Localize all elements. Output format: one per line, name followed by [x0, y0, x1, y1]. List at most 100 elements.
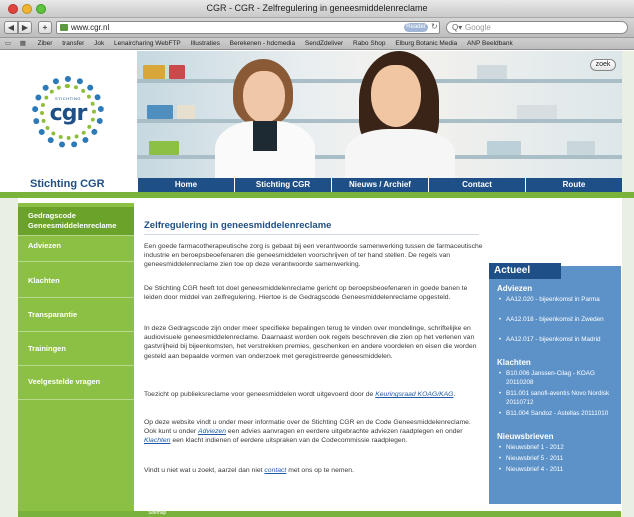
- bookmark-item[interactable]: Lenaircharing WebFTP: [114, 38, 181, 49]
- site-favicon-icon: [60, 24, 68, 31]
- main-content: Zelfregulering in geneesmiddelenreclame …: [136, 198, 486, 511]
- sidebar-item-transparantie[interactable]: Transparantie: [18, 310, 134, 320]
- pharmacist-figure: [215, 59, 315, 178]
- bookmark-item[interactable]: Elburg Botanic Media: [395, 38, 457, 49]
- address-text: www.cgr.nl: [71, 23, 110, 32]
- reading-list-icon[interactable]: ▭: [3, 38, 13, 49]
- paragraph: In deze Gedragscode zijn onder meer spec…: [144, 325, 477, 360]
- search-placeholder: Google: [465, 23, 491, 32]
- news-item[interactable]: Nieuwsbrief 1 - 2012: [499, 444, 617, 453]
- medicine-box: [169, 65, 185, 79]
- paragraph-text: een advies aanvragen en eerdere uitgebra…: [226, 428, 463, 436]
- intro-paragraph: Een goede farmacotherapeutische zorg is …: [144, 243, 483, 269]
- keuringsraad-link[interactable]: Keuringsraad KOAG/KAG: [375, 391, 453, 398]
- page-background-right: [622, 51, 634, 517]
- sidebar-separator: [18, 261, 134, 262]
- back-button[interactable]: ◀: [4, 21, 18, 34]
- paragraph: Vindt u niet wat u zoekt, aarzel dan nie…: [144, 466, 484, 475]
- site-name: Stichting CGR: [30, 178, 105, 190]
- sidebar-separator: [18, 365, 134, 366]
- add-bookmark-button[interactable]: +: [38, 21, 52, 34]
- news-panel: Adviezen AA12.020 - bijeenkomst in Parma…: [489, 266, 621, 504]
- nav-home[interactable]: Home: [137, 178, 234, 192]
- bookmark-item[interactable]: ANP Beeldbank: [467, 38, 513, 49]
- browser-toolbar: ◀ ▶ + www.cgr.nl Reader ↻ Q▾ Google: [0, 18, 634, 38]
- top-navigation: Home Stichting CGR Nieuws / Archief Cont…: [137, 178, 622, 192]
- sidebar-item-trainingen[interactable]: Trainingen: [18, 344, 134, 354]
- news-item[interactable]: B11.001 sanofi-aventis Novo Nordisk 2011…: [499, 390, 617, 407]
- news-item[interactable]: B11.004 Sandoz - Astellas 20111010: [499, 410, 617, 419]
- news-item[interactable]: B10.006 Janssen-Cilag - KOAG 20110208: [499, 370, 617, 387]
- sidebar-separator: [18, 331, 134, 332]
- paragraph-text: Toezicht op publieksreclame voor geneesm…: [144, 391, 376, 398]
- news-section-heading: Klachten: [497, 358, 531, 367]
- sitemap-link[interactable]: Sitemap: [148, 510, 166, 516]
- news-section-heading: Nieuwsbrieven: [497, 432, 554, 441]
- sidebar-item-label: Geneesmiddelenreclame: [28, 221, 117, 230]
- reload-icon[interactable]: ↻: [431, 22, 438, 31]
- nav-stichting-cgr[interactable]: Stichting CGR: [234, 178, 331, 192]
- bookmark-item[interactable]: transfer: [62, 38, 84, 49]
- paragraph-text: Vindt u niet wat u zoekt, aarzel dan nie…: [144, 467, 265, 474]
- paragraph: Toezicht op publieksreclame voor geneesm…: [144, 390, 484, 399]
- window-title: CGR - CGR - Zelfregulering in geneesmidd…: [206, 3, 428, 13]
- sidebar-item-klachten[interactable]: Klachten: [18, 276, 134, 286]
- sidebar-item-label: Gedragscode: [28, 211, 76, 220]
- footer-bar: Sitemap: [18, 510, 621, 517]
- page-title: Zelfregulering in geneesmiddelenreclame: [144, 220, 332, 231]
- paragraph: Op deze website vindt u onder meer infor…: [144, 418, 484, 446]
- news-item[interactable]: AA12.017 - bijeenkomst in Madrid: [499, 336, 617, 345]
- paragraph-text: een klacht indienen of eerdere uitsprake…: [170, 437, 408, 445]
- news-section-heading: Adviezen: [497, 284, 533, 293]
- search-icon: Q▾: [452, 23, 463, 32]
- bookmark-item[interactable]: Rabo Shop: [353, 38, 386, 49]
- nav-nieuws-archief[interactable]: Nieuws / Archief: [331, 178, 428, 192]
- medicine-box: [477, 65, 507, 79]
- sidebar-menu: Gedragscode Geneesmiddelenreclame Adviez…: [18, 203, 134, 517]
- page-background-left: [0, 198, 18, 517]
- contact-link[interactable]: contact: [264, 467, 286, 474]
- bookmark-item[interactable]: Berekenen - hdcmedia: [230, 38, 295, 49]
- news-item[interactable]: Nieuwsbrief 4 - 2011: [499, 466, 617, 475]
- news-item[interactable]: AA12.020 - bijeenkomst in Parma: [499, 296, 617, 305]
- medicine-box: [149, 141, 179, 155]
- news-item[interactable]: Nieuwsbrief 5 - 2011: [499, 455, 617, 464]
- sidebar-item-adviezen[interactable]: Adviezen: [18, 241, 134, 251]
- logo-text: cgr: [49, 101, 88, 126]
- bookmark-item[interactable]: SendZdeliver: [305, 38, 343, 49]
- bookmark-item[interactable]: Jok: [94, 38, 104, 49]
- forward-button[interactable]: ▶: [18, 21, 32, 34]
- title-divider: [144, 234, 479, 235]
- address-bar[interactable]: www.cgr.nl: [56, 21, 440, 34]
- news-panel-title: Actueel: [489, 263, 561, 279]
- medicine-box: [567, 141, 595, 155]
- sidebar-separator: [18, 399, 134, 400]
- adviezen-link[interactable]: Adviezen: [198, 428, 226, 435]
- paragraph-text: .: [453, 391, 456, 398]
- back-arrow-icon: ◀: [7, 23, 15, 32]
- nav-contact[interactable]: Contact: [428, 178, 525, 192]
- forward-arrow-icon: ▶: [21, 23, 29, 32]
- sidebar-separator: [18, 235, 134, 236]
- paragraph: De Stichting CGR heeft tot doel geneesmi…: [144, 285, 468, 302]
- bookmarks-bar: ▭ ▦ Ziber transfer Jok Lenaircharing Web…: [0, 38, 634, 50]
- reader-button[interactable]: Reader: [404, 23, 428, 32]
- pharmacist-figure: [345, 51, 455, 178]
- hero-photo: [137, 51, 622, 178]
- sidebar-item-veelgestelde-vragen[interactable]: Veelgestelde vragen: [18, 377, 134, 387]
- search-input[interactable]: Q▾ Google: [446, 21, 628, 34]
- site-logo[interactable]: STICHTING cgr Stichting CGR: [0, 51, 137, 192]
- medicine-box: [143, 65, 165, 79]
- plus-icon: +: [42, 23, 48, 32]
- web-page: STICHTING cgr Stichting CGR zoek Home St…: [0, 51, 634, 517]
- klachten-link[interactable]: Klachten: [144, 437, 170, 444]
- sidebar-item-gedragscode[interactable]: Gedragscode Geneesmiddelenreclame: [18, 207, 134, 235]
- nav-route[interactable]: Route: [525, 178, 622, 192]
- medicine-box: [487, 141, 521, 155]
- top-sites-icon[interactable]: ▦: [18, 38, 28, 49]
- paragraph-text: met ons op te nemen.: [286, 467, 354, 474]
- search-button[interactable]: zoek: [590, 59, 616, 71]
- bookmark-item[interactable]: Illustraties: [191, 38, 220, 49]
- news-item[interactable]: AA12.018 - bijeenkomst in Zweden: [499, 316, 617, 325]
- bookmark-item[interactable]: Ziber: [38, 38, 53, 49]
